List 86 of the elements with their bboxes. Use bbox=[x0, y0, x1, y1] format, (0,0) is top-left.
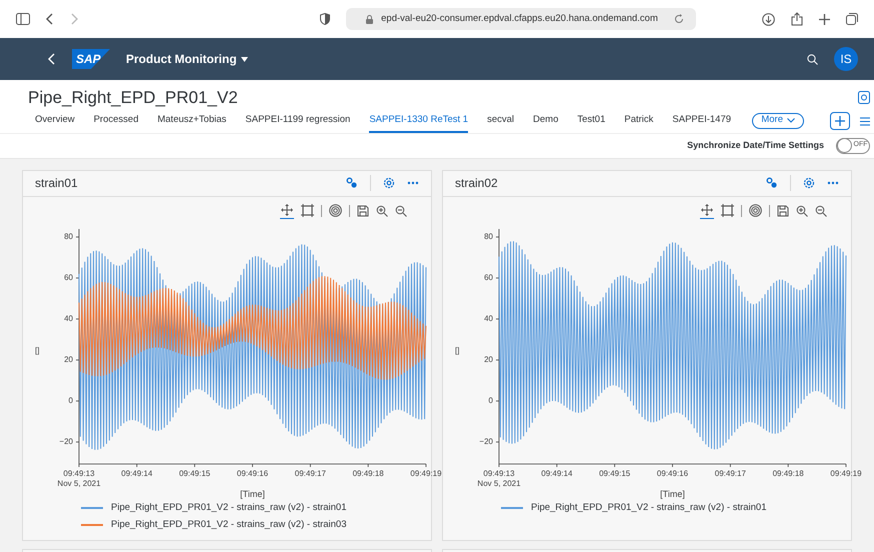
save-icon[interactable] bbox=[777, 204, 789, 216]
y-tick-label: −20 bbox=[58, 438, 73, 446]
y-tick-label: 60 bbox=[483, 274, 493, 282]
plus-icon[interactable] bbox=[819, 14, 830, 24]
x-axis-label: [Time] bbox=[239, 490, 266, 498]
x-tick-label: 09:49:16 bbox=[236, 470, 270, 478]
tab[interactable]: Test01 bbox=[577, 110, 606, 132]
legend-label: Pipe_Right_EPD_PR01_V2 - strains_raw (v2) - strain01 bbox=[531, 500, 766, 514]
y-tick-label: 60 bbox=[63, 274, 73, 282]
tab[interactable]: SAPPEI-1479 bbox=[672, 110, 732, 132]
y-tick-label: 80 bbox=[63, 232, 73, 240]
x-tick-label: 09:49:15 bbox=[178, 470, 212, 478]
settings-icon[interactable] bbox=[803, 177, 815, 189]
search-icon[interactable] bbox=[807, 54, 818, 64]
tab[interactable]: Mateusz+Tobias bbox=[157, 110, 226, 132]
y-tick-label: 40 bbox=[483, 314, 493, 322]
x-tick-label: 09:49:13 bbox=[62, 470, 96, 478]
y-axis-label: [] bbox=[35, 346, 40, 354]
date-label: Nov 5, 2021 bbox=[476, 480, 522, 488]
add-button[interactable] bbox=[830, 112, 850, 130]
y-tick-label: 40 bbox=[63, 314, 73, 322]
x-tick-label: 09:49:18 bbox=[772, 470, 805, 478]
zoom-in-icon[interactable] bbox=[796, 204, 808, 216]
y-tick-label: 0 bbox=[68, 396, 73, 404]
x-tick-label: 09:49:15 bbox=[598, 470, 632, 478]
move-icon[interactable] bbox=[280, 202, 294, 218]
more-button[interactable]: More bbox=[752, 112, 804, 128]
x-tick-label: 09:49:19 bbox=[409, 470, 443, 478]
reload-icon[interactable] bbox=[674, 14, 684, 24]
sync-label: Synchronize Date/Time Settings bbox=[687, 138, 824, 152]
card-title: strain01 bbox=[35, 175, 78, 192]
menu-icon[interactable] bbox=[860, 116, 870, 126]
url-text: epd-val-eu20-consumer.epdval.cfapps.eu20.hana.ondemand.com bbox=[381, 12, 658, 26]
sidebar-icon[interactable] bbox=[16, 13, 30, 25]
zoom-out-icon[interactable] bbox=[395, 204, 407, 216]
download-icon[interactable] bbox=[762, 12, 775, 26]
box-select-icon[interactable] bbox=[301, 204, 314, 217]
legend-label: Pipe_Right_EPD_PR01_V2 - strains_raw (v2) - strain01 bbox=[111, 500, 346, 514]
card-title: strain02 bbox=[455, 175, 498, 192]
zoom-in-icon[interactable] bbox=[376, 204, 388, 216]
y-tick-label: 20 bbox=[483, 356, 493, 364]
y-tick-label: 80 bbox=[483, 232, 493, 240]
x-tick-label: 09:49:17 bbox=[294, 470, 327, 478]
y-axis-label: [] bbox=[455, 346, 460, 354]
tab[interactable]: SAPPEI-1199 regression bbox=[245, 110, 350, 132]
target-icon[interactable] bbox=[329, 204, 342, 217]
tab[interactable]: secval bbox=[487, 110, 514, 132]
more-icon[interactable] bbox=[827, 181, 839, 185]
legend-label: Pipe_Right_EPD_PR01_V2 - strains_raw (v2) - strain03 bbox=[111, 518, 346, 532]
more-icon[interactable] bbox=[407, 181, 419, 185]
tab[interactable]: Processed bbox=[94, 110, 138, 132]
back-icon[interactable] bbox=[46, 13, 54, 25]
x-tick-label: 09:49:19 bbox=[829, 470, 863, 478]
x-tick-label: 09:49:14 bbox=[120, 470, 154, 478]
y-tick-label: 20 bbox=[63, 356, 73, 364]
address-bar[interactable]: epd-val-eu20-consumer.epdval.cfapps.eu20.hana.ondemand.com bbox=[346, 8, 696, 30]
save-icon[interactable] bbox=[357, 204, 369, 216]
tabs-icon[interactable] bbox=[846, 13, 858, 25]
x-tick-label: 09:49:18 bbox=[352, 470, 385, 478]
plus-icon bbox=[835, 116, 845, 126]
zoom-out-icon[interactable] bbox=[815, 204, 827, 216]
tab[interactable]: Demo bbox=[533, 110, 558, 132]
tab[interactable]: Patrick bbox=[624, 110, 654, 132]
y-tick-label: 0 bbox=[488, 396, 493, 404]
caret-icon bbox=[240, 56, 248, 62]
target-icon[interactable] bbox=[749, 204, 762, 217]
app-title-menu[interactable]: Product Monitoring bbox=[126, 50, 248, 68]
tab[interactable]: SAPPEI-1330 ReTest 1 bbox=[369, 110, 468, 132]
x-tick-label: 09:49:13 bbox=[482, 470, 516, 478]
x-tick-label: 09:49:17 bbox=[714, 470, 747, 478]
box-select-icon[interactable] bbox=[721, 204, 734, 217]
y-tick-label: −20 bbox=[478, 438, 493, 446]
tab[interactable]: Overview bbox=[35, 110, 75, 132]
x-axis-label: [Time] bbox=[659, 490, 686, 498]
settings-icon[interactable] bbox=[383, 177, 395, 189]
move-icon[interactable] bbox=[700, 202, 714, 218]
sap-logo: SAP bbox=[72, 49, 110, 69]
chevron-icon bbox=[787, 118, 795, 123]
lock-icon bbox=[366, 14, 374, 24]
share-icon[interactable] bbox=[791, 12, 803, 26]
page-title: Pipe_Right_EPD_PR01_V2 bbox=[28, 87, 238, 109]
shield-icon[interactable] bbox=[320, 13, 330, 25]
user-avatar[interactable]: IS bbox=[834, 47, 858, 71]
x-tick-label: 09:49:14 bbox=[540, 470, 574, 478]
date-label: Nov 5, 2021 bbox=[56, 480, 102, 488]
x-tick-label: 09:49:16 bbox=[656, 470, 690, 478]
